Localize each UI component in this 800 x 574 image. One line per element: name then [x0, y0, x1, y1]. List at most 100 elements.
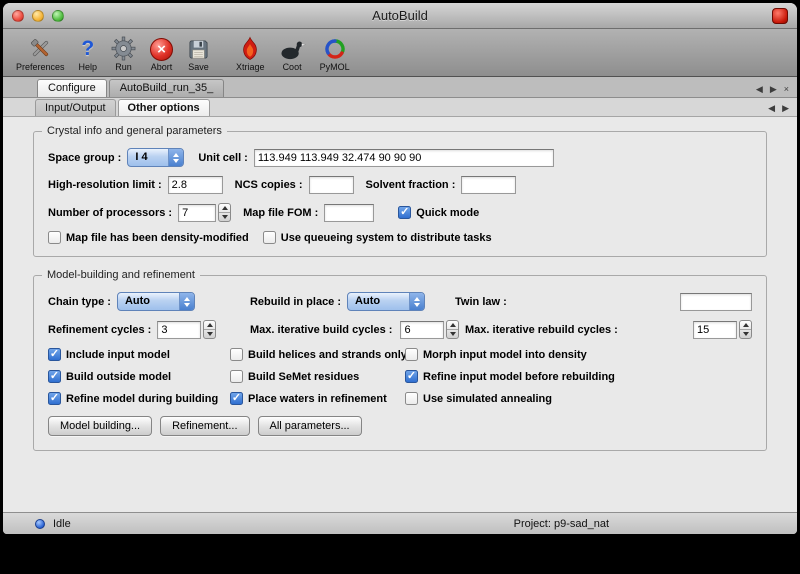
sub-tab-bar: Input/Output Other options ◀ ▶ — [3, 98, 797, 117]
refinement-button[interactable]: Refinement... — [160, 416, 249, 436]
xtriage-icon — [239, 34, 261, 61]
checkbox-build-outside-model[interactable]: Build outside model — [48, 370, 230, 383]
quick-mode-checkbox[interactable]: Quick mode — [398, 206, 479, 219]
map-file-fom-label: Map file FOM : — [243, 207, 318, 219]
ncs-copies-label: NCS copies : — [235, 179, 303, 191]
abort-icon: × — [150, 34, 173, 61]
max-rebuild-cycles-stepper[interactable] — [739, 320, 752, 339]
twin-law-input[interactable] — [680, 293, 752, 311]
checkbox-box[interactable] — [398, 206, 411, 219]
row-resolution: High-resolution limit : NCS copies : Sol… — [48, 176, 752, 194]
checkbox-box[interactable] — [263, 231, 276, 244]
xtriage-button[interactable]: Xtriage — [229, 34, 272, 72]
checkbox-box[interactable] — [230, 348, 243, 361]
abort-button[interactable]: × Abort — [143, 34, 180, 72]
number-of-processors-label: Number of processors : — [48, 207, 172, 219]
checkbox-box[interactable] — [48, 370, 61, 383]
max-rebuild-cycles-label: Max. iterative rebuild cycles : — [465, 324, 618, 336]
checkbox-box[interactable] — [230, 392, 243, 405]
checkbox-box[interactable] — [48, 348, 61, 361]
checkbox-box[interactable] — [48, 392, 61, 405]
space-group-label: Space group : — [48, 152, 121, 164]
checkbox-box[interactable] — [405, 392, 418, 405]
group-crystal-info: Crystal info and general parameters Spac… — [33, 131, 767, 257]
max-build-cycles-stepper[interactable] — [446, 320, 459, 339]
rebuild-in-place-label: Rebuild in place : — [250, 296, 341, 308]
subtab-scroll-right-icon[interactable]: ▶ — [782, 104, 789, 113]
zoom-button[interactable] — [52, 10, 64, 22]
processors-stepper[interactable] — [218, 203, 231, 222]
chain-type-dropdown[interactable]: Auto — [117, 292, 195, 311]
high-resolution-limit-input[interactable] — [168, 176, 223, 194]
main-tab-bar: Configure AutoBuild_run_35_ ◀ ▶ × — [3, 77, 797, 98]
sub-tab-nav: ◀ ▶ — [768, 104, 789, 116]
tab-other-options[interactable]: Other options — [118, 99, 210, 116]
status-text: Idle — [53, 518, 71, 530]
checkbox-refine-during-building[interactable]: Refine model during building — [48, 392, 230, 405]
row-processors: Number of processors : Map file FOM : Qu… — [48, 203, 752, 222]
row-space-group: Space group : I 4 Unit cell : — [48, 148, 752, 167]
coot-button[interactable]: Coot — [272, 34, 313, 72]
dropdown-arrows-icon — [409, 293, 424, 310]
density-modified-checkbox[interactable]: Map file has been density-modified — [48, 231, 249, 244]
checkbox-morph-input-model[interactable]: Morph input model into density — [405, 348, 752, 361]
run-button[interactable]: Run — [104, 34, 143, 72]
max-rebuild-cycles-input[interactable] — [693, 321, 737, 339]
tab-scroll-right-icon[interactable]: ▶ — [770, 85, 777, 94]
tab-autobuild-run-35[interactable]: AutoBuild_run_35_ — [109, 79, 225, 97]
model-options-grid: Include input model Build helices and st… — [48, 348, 752, 405]
main-tab-nav: ◀ ▶ × — [756, 85, 789, 97]
refinement-cycles-label: Refinement cycles : — [48, 324, 151, 336]
help-icon: ? — [81, 34, 94, 61]
ncs-copies-input[interactable] — [309, 176, 354, 194]
checkbox-box[interactable] — [48, 231, 61, 244]
model-building-button[interactable]: Model building... — [48, 416, 152, 436]
max-build-cycles-input[interactable] — [400, 321, 444, 339]
subtab-scroll-left-icon[interactable]: ◀ — [768, 104, 775, 113]
dropdown-arrows-icon — [179, 293, 194, 310]
close-button[interactable] — [12, 10, 24, 22]
all-parameters-button[interactable]: All parameters... — [258, 416, 362, 436]
checkbox-refine-input-model[interactable]: Refine input model before rebuilding — [405, 370, 752, 383]
tab-input-output[interactable]: Input/Output — [35, 99, 116, 116]
twin-law-label: Twin law : — [455, 296, 507, 308]
space-group-dropdown[interactable]: I 4 — [127, 148, 184, 167]
tab-configure[interactable]: Configure — [37, 79, 107, 97]
checkbox-simulated-annealing[interactable]: Use simulated annealing — [405, 392, 752, 405]
max-rebuild-cycles-field: Max. iterative rebuild cycles : — [465, 320, 752, 339]
checkbox-build-semet-residues[interactable]: Build SeMet residues — [230, 370, 405, 383]
preferences-icon — [28, 34, 53, 61]
other-options-panel: Crystal info and general parameters Spac… — [3, 117, 797, 512]
tab-close-icon[interactable]: × — [784, 85, 789, 94]
phenix-icon — [772, 8, 788, 24]
window-controls — [12, 10, 64, 22]
tab-scroll-left-icon[interactable]: ◀ — [756, 85, 763, 94]
row-chain-type: Chain type : Auto Rebuild in place : Aut… — [48, 292, 752, 311]
unit-cell-input[interactable] — [254, 149, 554, 167]
checkbox-box[interactable] — [405, 348, 418, 361]
checkbox-box[interactable] — [405, 370, 418, 383]
checkbox-place-waters[interactable]: Place waters in refinement — [230, 392, 405, 405]
help-button[interactable]: ? Help — [72, 34, 105, 72]
status-indicator-icon — [35, 519, 45, 529]
queueing-system-checkbox[interactable]: Use queueing system to distribute tasks — [263, 231, 492, 244]
checkbox-build-helices-strands[interactable]: Build helices and strands only — [230, 348, 405, 361]
refinement-cycles-stepper[interactable] — [203, 320, 216, 339]
max-build-cycles-field: Max. iterative build cycles : — [250, 320, 465, 339]
map-file-fom-input[interactable] — [324, 204, 374, 222]
save-button[interactable]: Save — [180, 34, 217, 72]
refinement-cycles-input[interactable] — [157, 321, 201, 339]
rebuild-in-place-dropdown[interactable]: Auto — [347, 292, 425, 311]
group-title: Model-building and refinement — [42, 269, 200, 281]
checkbox-include-input-model[interactable]: Include input model — [48, 348, 230, 361]
pymol-button[interactable]: PyMOL — [313, 34, 357, 72]
minimize-button[interactable] — [32, 10, 44, 22]
high-resolution-limit-label: High-resolution limit : — [48, 179, 162, 191]
number-of-processors-input[interactable] — [178, 204, 216, 222]
run-gear-icon — [111, 34, 136, 61]
pymol-icon — [323, 34, 347, 61]
preferences-button[interactable]: Preferences — [9, 34, 72, 72]
save-floppy-icon — [187, 34, 210, 61]
solvent-fraction-input[interactable] — [461, 176, 516, 194]
checkbox-box[interactable] — [230, 370, 243, 383]
